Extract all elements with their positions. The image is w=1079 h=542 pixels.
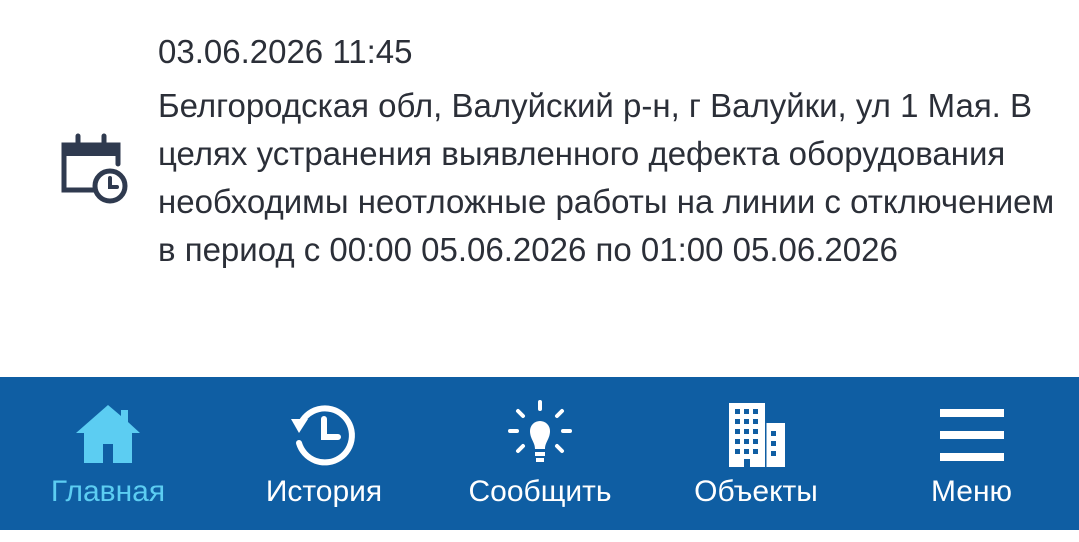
nav-label-report: Сообщить [468, 475, 612, 508]
nav-item-objects[interactable]: Объекты [648, 377, 864, 530]
notice-message: Белгородская обл, Валуйский р-н, г Валуй… [158, 87, 1055, 268]
history-icon [291, 405, 355, 466]
buildings-icon [729, 403, 785, 467]
bottom-navigation-bar: Главная История Сообщить Объекты Меню [0, 377, 1079, 530]
hamburger-menu-icon [939, 409, 1004, 461]
notice-datetime: 03.06.2026 11:45 [158, 33, 413, 70]
notice-card: 03.06.2026 11:45 Белгородская обл, Валуй… [0, 0, 1079, 377]
nav-item-history[interactable]: История [216, 377, 432, 530]
nav-item-menu[interactable]: Меню [864, 377, 1079, 530]
bottom-strip [0, 530, 1079, 542]
home-icon [76, 405, 140, 463]
nav-label-history: История [265, 475, 383, 508]
lightbulb-icon [508, 400, 572, 462]
nav-label-menu: Меню [930, 475, 1013, 508]
calendar-clock-icon [61, 133, 128, 204]
nav-item-home[interactable]: Главная [0, 377, 216, 530]
nav-label-objects: Объекты [694, 475, 818, 508]
nav-label-home: Главная [50, 475, 166, 508]
nav-item-report[interactable]: Сообщить [432, 377, 648, 530]
